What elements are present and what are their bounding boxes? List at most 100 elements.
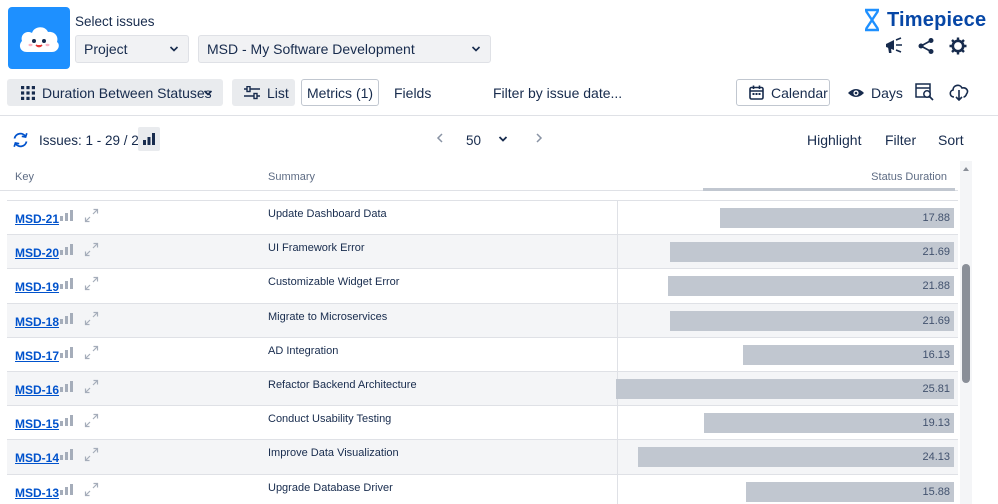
- issue-summary: Upgrade Database Driver: [268, 481, 393, 494]
- expand-icon[interactable]: [84, 482, 99, 497]
- filter-button[interactable]: Filter: [885, 132, 916, 148]
- duration-value: 25.81: [922, 382, 950, 395]
- partial-duration-bar: [703, 188, 955, 191]
- column-header-key[interactable]: Key: [15, 171, 34, 183]
- issue-chart-icon[interactable]: [60, 483, 73, 495]
- announcement-icon[interactable]: [884, 37, 904, 55]
- gear-icon[interactable]: [949, 37, 967, 55]
- column-divider: [617, 474, 618, 504]
- report-type-dropdown[interactable]: Duration Between Statuses: [7, 79, 223, 106]
- app-logo: [8, 7, 70, 69]
- issue-summary: Customizable Widget Error: [268, 276, 400, 289]
- issues-table-body: MSD-21 Update Dashboard Data 17.88 MSD-2…: [7, 200, 958, 504]
- project-dropdown[interactable]: Project: [75, 35, 189, 63]
- grid-icon: [21, 85, 35, 100]
- issue-chart-icon[interactable]: [60, 449, 73, 461]
- issue-key-link[interactable]: MSD-13: [15, 486, 59, 500]
- project-dropdown-value: Project: [84, 41, 128, 57]
- issue-chart-icon[interactable]: [60, 415, 73, 427]
- page-size-value[interactable]: 50: [466, 133, 481, 148]
- duration-value: 21.88: [922, 280, 950, 293]
- table-row: MSD-14 Improve Data Visualization 24.13: [7, 439, 958, 475]
- column-header-status-duration[interactable]: Status Duration: [871, 171, 947, 183]
- project-select[interactable]: MSD - My Software Development: [198, 35, 491, 63]
- expand-icon[interactable]: [84, 208, 99, 223]
- table-row: MSD-20 UI Framework Error 21.69: [7, 234, 958, 270]
- hourglass-icon: [865, 8, 879, 32]
- issue-key-link[interactable]: MSD-14: [15, 451, 59, 465]
- issue-key-link[interactable]: MSD-15: [15, 417, 59, 431]
- expand-icon[interactable]: [84, 413, 99, 428]
- fields-button[interactable]: Fields: [394, 79, 431, 106]
- issue-chart-icon[interactable]: [60, 210, 73, 221]
- expand-icon[interactable]: [84, 345, 99, 360]
- sort-button[interactable]: Sort: [938, 132, 964, 148]
- issue-key-link[interactable]: MSD-17: [15, 349, 59, 363]
- table-row: MSD-19 Customizable Widget Error 21.88: [7, 268, 958, 304]
- days-toggle[interactable]: Days: [847, 79, 903, 106]
- column-divider: [617, 235, 618, 270]
- fields-label: Fields: [394, 84, 432, 101]
- calendar-button[interactable]: Calendar: [736, 79, 830, 106]
- duration-value: 15.88: [922, 485, 950, 498]
- metrics-button[interactable]: Metrics (1): [301, 79, 379, 106]
- duration-bar: [670, 242, 954, 263]
- chart-toggle-button[interactable]: [138, 127, 160, 151]
- brand-logo: Timepiece: [862, 6, 986, 34]
- expand-icon[interactable]: [84, 242, 99, 257]
- issue-key-link[interactable]: MSD-21: [15, 212, 59, 226]
- duration-value: 17.88: [922, 212, 950, 224]
- issue-chart-icon[interactable]: [60, 380, 73, 392]
- app-header: Select issues Project MSD - My Software …: [0, 0, 998, 74]
- duration-value: 24.13: [922, 451, 950, 464]
- duration-bar: [616, 378, 954, 399]
- calendar-icon: [749, 85, 764, 100]
- issue-summary: Improve Data Visualization: [268, 447, 399, 460]
- project-select-value: MSD - My Software Development: [207, 41, 415, 57]
- filter-by-issue-date-button[interactable]: Filter by issue date...: [493, 79, 622, 106]
- chevron-down-icon: [471, 46, 481, 52]
- issue-chart-icon[interactable]: [60, 244, 73, 256]
- duration-bar: [720, 208, 954, 228]
- bar-chart-icon: [143, 133, 155, 145]
- chevron-left-icon[interactable]: [436, 133, 444, 143]
- column-header-summary[interactable]: Summary: [268, 171, 315, 183]
- refresh-icon[interactable]: [12, 132, 29, 148]
- column-divider: [617, 269, 618, 304]
- issue-chart-icon[interactable]: [60, 278, 73, 290]
- column-divider: [617, 337, 618, 372]
- expand-icon[interactable]: [84, 276, 99, 291]
- issue-key-link[interactable]: MSD-20: [15, 246, 59, 260]
- list-button[interactable]: List: [232, 79, 295, 106]
- eye-icon: [848, 88, 864, 97]
- scroll-up-arrow-icon[interactable]: [960, 164, 972, 174]
- highlight-button[interactable]: Highlight: [807, 132, 861, 148]
- issue-chart-icon[interactable]: [60, 312, 73, 324]
- column-divider: [617, 303, 618, 338]
- duration-value: 19.13: [922, 417, 950, 430]
- duration-value: 16.13: [922, 348, 950, 361]
- issue-key-link[interactable]: MSD-19: [15, 280, 59, 294]
- chevron-right-icon[interactable]: [535, 133, 543, 143]
- duration-bar: [704, 413, 954, 434]
- issue-summary: Update Dashboard Data: [268, 208, 387, 220]
- table-row: MSD-21 Update Dashboard Data 17.88: [7, 200, 958, 235]
- cloud-download-icon[interactable]: [948, 83, 970, 101]
- chevron-down-icon[interactable]: [498, 134, 508, 144]
- expand-icon[interactable]: [84, 311, 99, 326]
- expand-icon[interactable]: [84, 447, 99, 462]
- issue-key-link[interactable]: MSD-18: [15, 315, 59, 329]
- table-row: MSD-17 AD Integration 16.13: [7, 336, 958, 372]
- chevron-down-icon: [169, 46, 179, 52]
- brand-name: Timepiece: [887, 8, 987, 31]
- issue-chart-icon[interactable]: [60, 346, 73, 358]
- scrollbar-thumb[interactable]: [962, 264, 970, 383]
- table-row: MSD-18 Migrate to Microservices 21.69: [7, 302, 958, 338]
- expand-icon[interactable]: [84, 379, 99, 394]
- search-report-icon[interactable]: [915, 83, 935, 101]
- share-icon[interactable]: [917, 37, 935, 55]
- duration-bar: [638, 447, 954, 468]
- issue-key-link[interactable]: MSD-16: [15, 383, 59, 397]
- report-type-label: Duration Between Statuses: [42, 84, 212, 101]
- table-header: Key Summary Status Duration: [0, 161, 958, 191]
